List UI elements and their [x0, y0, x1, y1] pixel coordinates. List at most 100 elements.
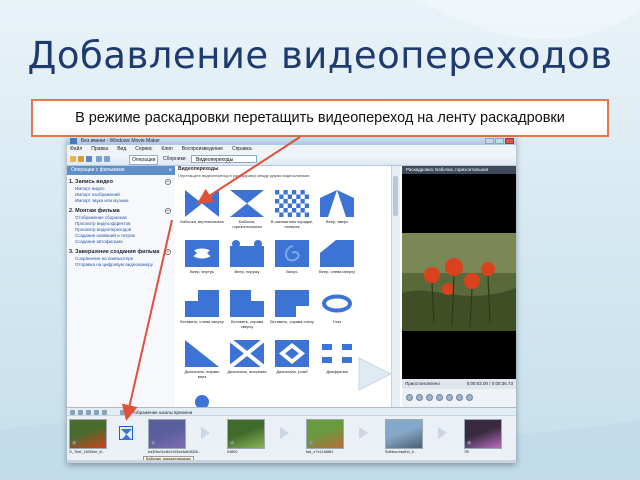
transition-tile[interactable]: Бабочка, вертикальная — [180, 190, 224, 224]
close-pane-icon[interactable]: × — [168, 167, 172, 176]
new-project-icon[interactable] — [70, 156, 76, 162]
next-frame-button[interactable] — [436, 394, 443, 401]
minimize-button[interactable] — [485, 138, 494, 144]
storyboard-clip[interactable]: ★ fad_e7e11888f1 — [306, 419, 344, 455]
transition-tile[interactable] — [180, 390, 224, 407]
maximize-button[interactable] — [495, 138, 504, 144]
zoom-out-icon[interactable] — [86, 410, 91, 415]
task-section-edit: 2. Монтаж фильма − Отображение сборников… — [67, 207, 175, 245]
mic-icon[interactable] — [70, 410, 75, 415]
effect-star-icon[interactable]: ★ — [308, 440, 315, 447]
transition-tile[interactable]: Вставить, слева сверху — [180, 290, 224, 324]
section-edit-header[interactable]: 2. Монтаж фильма − — [67, 207, 175, 215]
effect-star-icon[interactable]: ★ — [229, 440, 236, 447]
stop-button[interactable] — [416, 394, 423, 401]
menu-file[interactable]: Файл — [70, 145, 82, 153]
transition-slot[interactable] — [435, 426, 449, 440]
prev-frame-button[interactable] — [426, 394, 433, 401]
menu-tools[interactable]: Сервис — [135, 145, 152, 153]
collection-select[interactable]: Видеопереходы — [191, 155, 257, 163]
transition-tile[interactable]: Диафрагма — [315, 340, 359, 374]
diamond-icon — [275, 340, 309, 367]
task-section-capture: 1. Запись видео − Импорт видео Импорт из… — [67, 178, 175, 204]
transition-tile[interactable]: Веер, внутрь — [180, 240, 224, 274]
menu-view[interactable]: Вид — [117, 145, 126, 153]
transition-tile[interactable]: Диагональ, ромб — [270, 340, 314, 374]
storyboard-clip[interactable]: ★ ba30bcf1efb1f1/f3ee8dk3f32b.. — [148, 419, 200, 455]
timeline-view-icon[interactable] — [120, 410, 125, 415]
transition-tile[interactable]: Веер, слева сверху — [315, 240, 359, 274]
save-icon[interactable] — [86, 156, 92, 162]
section-finish-header[interactable]: 3. Завершение создания фильма − — [67, 248, 175, 256]
clip-name: fad_e7e11888f1 — [306, 450, 334, 454]
menu-help[interactable]: Справка — [232, 145, 252, 153]
horizontal-scrollbar[interactable] — [67, 460, 516, 463]
snapshot-button[interactable] — [456, 394, 463, 401]
zoom-in-icon[interactable] — [78, 410, 83, 415]
collapse-icon[interactable]: − — [165, 208, 171, 214]
transition-slot[interactable] — [356, 426, 370, 440]
transition-slot-filled[interactable] — [119, 426, 133, 440]
clip-thumbnail: ★ — [227, 419, 265, 449]
transition-label: Диагональ, вправо вниз — [184, 369, 220, 379]
transition-label: В шахматном порядке, поперек — [270, 219, 314, 229]
undo-icon[interactable] — [96, 156, 102, 162]
split-button[interactable] — [446, 394, 453, 401]
effect-star-icon[interactable]: ★ — [387, 440, 394, 447]
clip-name: ba30bcf1efb1f1/f3ee8dk3f32b.. — [148, 450, 201, 454]
play-watermark-icon — [358, 357, 393, 391]
storyboard-clip[interactable]: ★ 7f0 — [464, 419, 502, 455]
transition-tile[interactable]: Диагональ, вправо вниз — [180, 340, 224, 379]
transition-tile[interactable]: Веер, наружу — [225, 240, 269, 274]
transition-tile[interactable]: Вставить, справа снизу — [270, 290, 314, 324]
scroll-thumb[interactable] — [393, 176, 398, 216]
effect-star-icon[interactable]: ★ — [71, 440, 78, 447]
rewind-icon[interactable] — [94, 410, 99, 415]
transitions-panel: Видеопереходы Перетащите видеопереход в … — [175, 166, 400, 407]
transition-slot[interactable] — [277, 426, 291, 440]
play-storyboard-icon[interactable] — [102, 410, 107, 415]
section-number: 2. — [69, 208, 74, 214]
collapse-icon[interactable]: − — [165, 249, 171, 255]
section-number: 1. — [69, 179, 74, 185]
tab-collections[interactable]: Сборники — [161, 155, 188, 163]
link-automovie[interactable]: Создание автофильма — [67, 239, 175, 245]
transition-tile[interactable]: Вихрь — [270, 240, 314, 274]
link-import-audio[interactable]: Импорт звука или музыки — [67, 198, 175, 204]
preview-title: Раскадровка: Бабочка, горизонтальная — [402, 166, 516, 174]
transition-tile[interactable]: В шахматном порядке, поперек — [270, 190, 314, 229]
transition-tile[interactable]: Бабочка, горизонтальная — [225, 190, 269, 229]
transition-slot[interactable] — [198, 426, 212, 440]
redo-icon[interactable] — [104, 156, 110, 162]
task-pane: Операции с фильмами × 1. Запись видео − … — [67, 166, 176, 407]
tab-tasks[interactable]: Операции — [129, 155, 159, 165]
open-project-icon[interactable] — [78, 156, 84, 162]
transition-label: Диафрагма — [326, 369, 348, 374]
fullscreen-button[interactable] — [466, 394, 473, 401]
transition-label: Вставить, слева сверху — [180, 319, 224, 324]
menu-edit[interactable]: Правка — [91, 145, 108, 153]
fan-topleft-icon — [320, 240, 354, 267]
task-pane-header: Операции с фильмами × — [67, 166, 175, 175]
storyboard-clip[interactable]: ★ G_7bef_180f3ee_ill.. — [69, 419, 107, 455]
menu-play[interactable]: Воспроизведение — [182, 145, 223, 153]
collapse-icon[interactable]: − — [165, 179, 171, 185]
clip-thumbnail: ★ — [306, 419, 344, 449]
storyboard-clip[interactable]: ★ 04ff00 — [227, 419, 265, 455]
movie-maker-window: Без имени - Windows Movie Maker Файл Пра… — [67, 137, 516, 463]
preview-monitor: Раскадровка: Бабочка, горизонтальная При… — [402, 166, 516, 407]
menu-clip[interactable]: Клип — [161, 145, 172, 153]
preview-status-bar: Приостановлено 0:00:02.00 / 0:00:36.73 — [402, 379, 516, 389]
section-capture-header[interactable]: 1. Запись видео − — [67, 178, 175, 186]
effect-star-icon[interactable]: ★ — [466, 440, 473, 447]
transition-tile[interactable]: Вставить, справа сверху — [225, 290, 269, 329]
storyboard-clip[interactable]: ★ Sdbbsv/cssfhh_ll.. — [385, 419, 423, 455]
close-button[interactable] — [505, 138, 514, 144]
transition-label: Веер, слева сверху — [318, 269, 356, 274]
transition-tile[interactable]: Веер, вверх — [315, 190, 359, 224]
link-send-camera[interactable]: Отправка на цифровую видеокамеру — [67, 262, 175, 268]
transition-tile[interactable]: Диагональ, вихревая — [225, 340, 269, 374]
transition-tile[interactable]: Глаз — [315, 290, 359, 324]
play-button[interactable] — [406, 394, 413, 401]
effect-star-icon[interactable]: ★ — [150, 440, 157, 447]
